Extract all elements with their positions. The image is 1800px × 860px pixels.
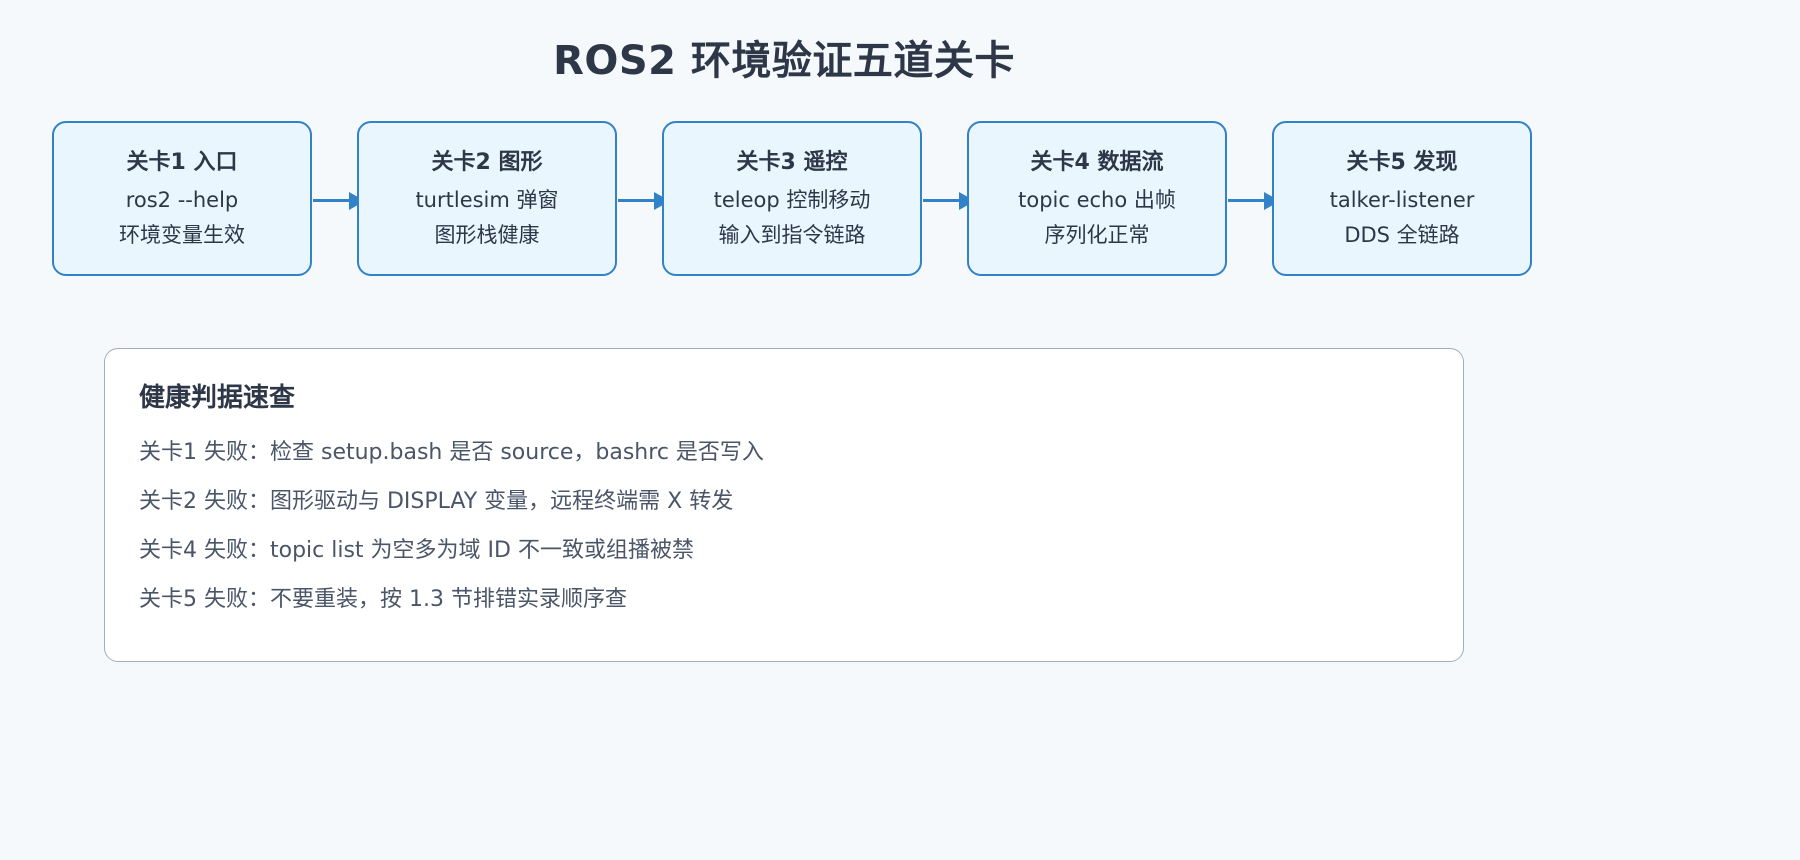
stage-3-command: teleop 控制移动 xyxy=(713,188,871,212)
arrow-2-shaft xyxy=(618,199,656,202)
stage-3-description: 输入到指令链路 xyxy=(718,223,866,247)
arrow-4-shaft xyxy=(1228,199,1266,202)
stage-1-description: 环境变量生效 xyxy=(119,223,245,247)
stage-1-box: 关卡1 入口 ros2 --help 环境变量生效 xyxy=(52,121,312,276)
stage-1-title: 关卡1 入口 xyxy=(126,150,238,175)
stage-4-box: 关卡4 数据流 topic echo 出帧 序列化正常 xyxy=(967,121,1227,276)
stage-5-box: 关卡5 发现 talker-listener DDS 全链路 xyxy=(1272,121,1532,276)
stage-5-title: 关卡5 发现 xyxy=(1346,150,1458,175)
arrow-1-shaft xyxy=(313,199,351,202)
stage-2-title: 关卡2 图形 xyxy=(431,150,543,175)
panel-title: 健康判据速查 xyxy=(139,383,296,413)
stage-flow: 关卡1 入口 ros2 --help 环境变量生效 关卡2 图形 turtles… xyxy=(0,0,1568,320)
arrow-3-shaft xyxy=(923,199,961,202)
stage-2-box: 关卡2 图形 turtlesim 弹窗 图形栈健康 xyxy=(357,121,617,276)
stage-4-command: topic echo 出帧 xyxy=(1018,188,1176,212)
criteria-item-stage-1: 关卡1 失败：检查 setup.bash 是否 source，bashrc 是否… xyxy=(139,440,764,465)
stage-5-description: DDS 全链路 xyxy=(1344,223,1460,247)
stage-4-title: 关卡4 数据流 xyxy=(1030,150,1164,175)
stage-1-command: ros2 --help xyxy=(125,188,239,212)
criteria-item-stage-4: 关卡4 失败：topic list 为空多为域 ID 不一致或组播被禁 xyxy=(139,538,694,563)
stage-3-box: 关卡3 遥控 teleop 控制移动 输入到指令链路 xyxy=(662,121,922,276)
stage-2-description: 图形栈健康 xyxy=(434,223,540,247)
stage-4-description: 序列化正常 xyxy=(1044,223,1150,247)
stage-2-command: turtlesim 弹窗 xyxy=(415,188,559,212)
criteria-item-stage-2: 关卡2 失败：图形驱动与 DISPLAY 变量，远程终端需 X 转发 xyxy=(139,489,734,514)
criteria-item-stage-5: 关卡5 失败：不要重装，按 1.3 节排错实录顺序查 xyxy=(139,587,627,612)
stage-3-title: 关卡3 遥控 xyxy=(736,150,848,175)
stage-5-command: talker-listener xyxy=(1329,188,1475,212)
health-criteria-panel: 健康判据速查 关卡1 失败：检查 setup.bash 是否 source，ba… xyxy=(104,348,1464,662)
